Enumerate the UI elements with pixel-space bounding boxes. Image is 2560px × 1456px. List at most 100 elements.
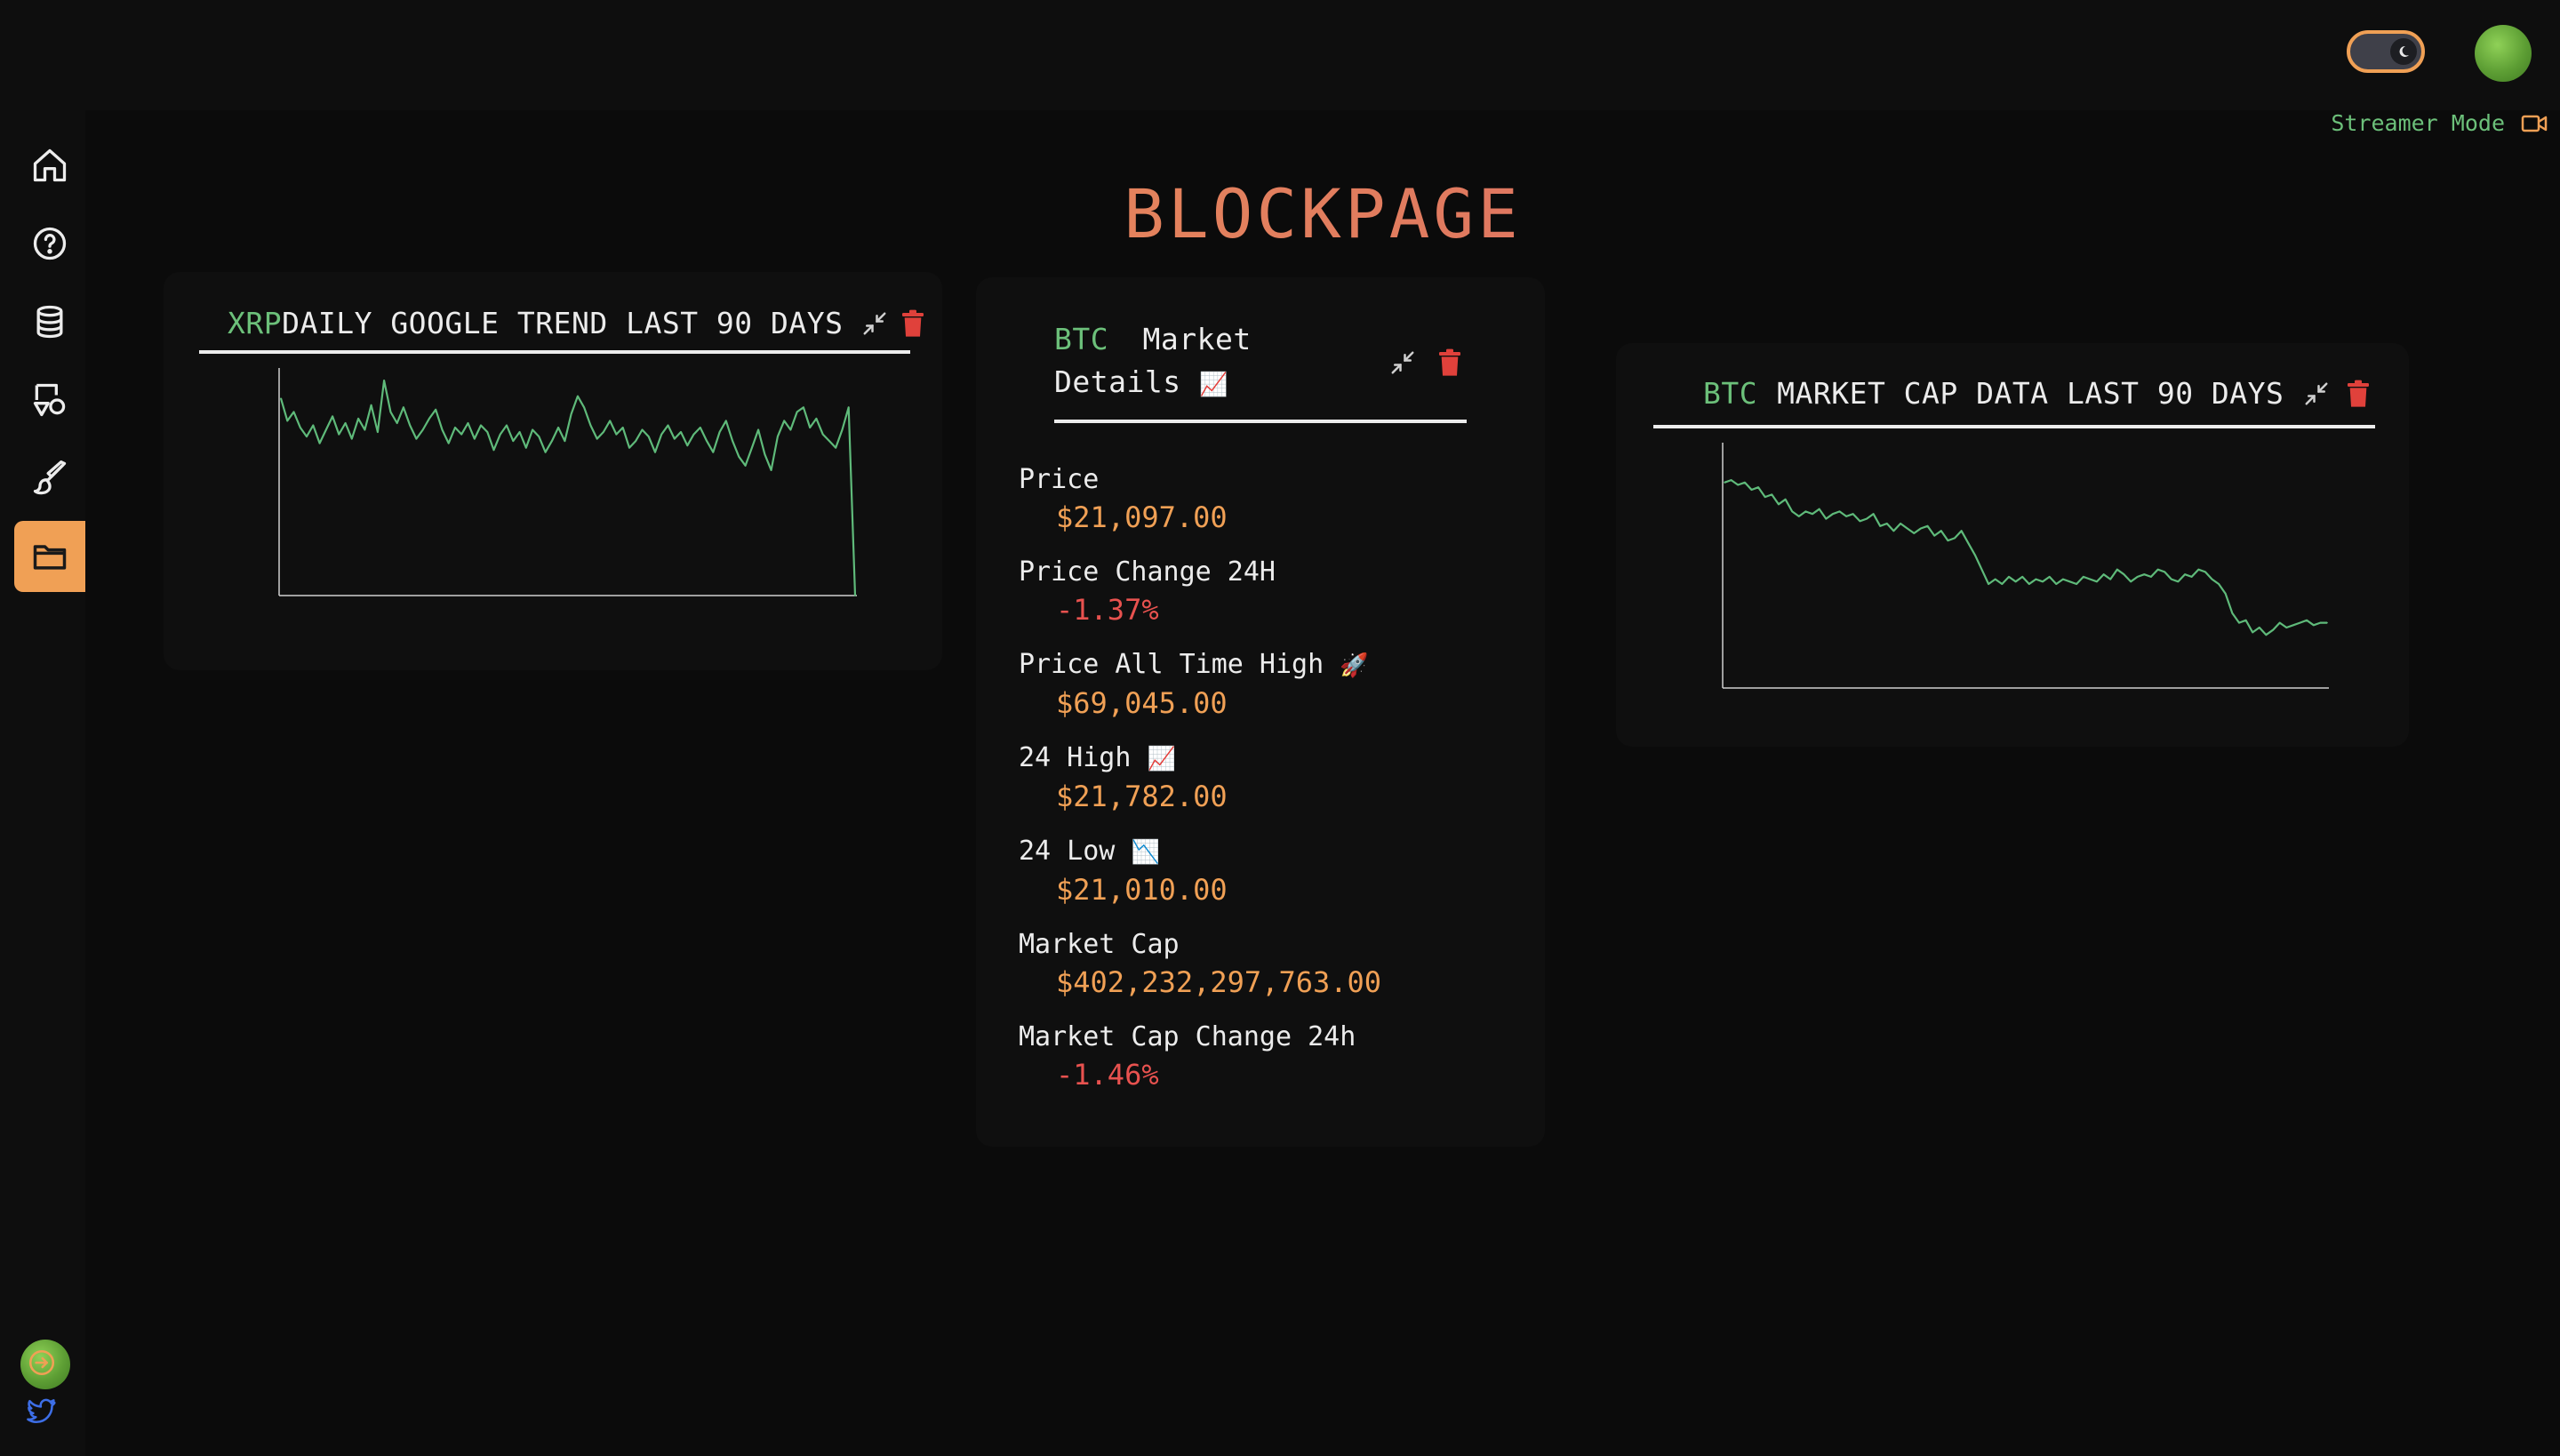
trend-chart-point (577, 395, 579, 397)
mcap-chart-point (1940, 530, 1942, 532)
trend-chart-point (757, 428, 759, 431)
sidebar-item-brush[interactable] (14, 443, 85, 514)
mcap-chart-point (1791, 510, 1793, 513)
trend-chart-point (809, 427, 811, 428)
sidebar-item-folder[interactable] (14, 521, 85, 592)
trend-chart-point (635, 440, 636, 442)
mcap-chart-point (1784, 499, 1787, 500)
streamer-mode-toggle[interactable]: Streamer Mode (2331, 110, 2548, 136)
sidebar-item-shapes[interactable] (14, 364, 85, 436)
mcap-chart-point (1900, 523, 1901, 524)
trend-chart-point (332, 415, 333, 418)
mcap-chart-point (2231, 612, 2234, 614)
details-delete-button[interactable] (1432, 345, 1467, 380)
mcap-chart-point (2096, 580, 2098, 583)
mcap-chart-point (1798, 516, 1800, 517)
mcap-chart-point (2319, 621, 2322, 624)
detail-label-text: 24 Low (1019, 836, 1116, 867)
mcap-chart-point (2068, 580, 2071, 583)
details-minimize-button[interactable] (1385, 345, 1420, 380)
trend-chart-point (538, 436, 540, 437)
mcap-chart-point (2001, 583, 2004, 585)
video-camera-icon (2521, 115, 2548, 132)
mcap-chart-point (2062, 578, 2064, 580)
trend-chart-point (325, 428, 327, 431)
detail-value: $21,097.00 (1056, 500, 1228, 534)
chart-increasing-icon: 📈 (1198, 372, 1228, 398)
trend-chart-point (589, 424, 592, 427)
mcap-chart-point (2306, 620, 2308, 621)
mcap-chart-point (2102, 573, 2105, 575)
mcap-chart-point (2164, 571, 2165, 573)
details-card-title-line2: Details (1054, 364, 1181, 399)
detail-row-market-cap-change-24h: Market Cap Change 24h -1.46% (1019, 1020, 1516, 1094)
mcap-chart-points (1724, 479, 2328, 636)
mcap-chart-point (1947, 540, 1949, 541)
trend-card: XRPDAILY GOOGLE TREND LAST 90 DAYS (164, 272, 942, 670)
detail-label: Market Cap (1019, 927, 1516, 963)
theme-toggle[interactable] (2347, 30, 2425, 73)
market-details-list: Price $21,097.00 Price Change 24H -1.37%… (1019, 462, 1516, 1112)
mcap-chart-point (2076, 583, 2077, 585)
trend-chart-point (435, 409, 437, 411)
trend-chart-point (544, 451, 547, 453)
mcap-chart-point (2252, 631, 2253, 634)
mcap-chart-point (2244, 620, 2247, 621)
trend-chart-point (396, 422, 398, 424)
detail-label: Price All Time High 🚀 (1019, 647, 1516, 684)
trend-chart-point (738, 456, 740, 458)
streamer-mode-label: Streamer Mode (2331, 110, 2505, 136)
mcap-chart-point (2008, 576, 2010, 578)
trend-chart-point (621, 427, 624, 428)
mcap-chart-point (2313, 624, 2315, 627)
trend-chart-point (783, 420, 785, 422)
logout-icon (28, 1349, 55, 1376)
trend-chart-point (641, 428, 644, 431)
trend-chart-point (583, 406, 585, 409)
detail-row-market-cap: Market Cap $402,232,297,763.00 (1019, 927, 1516, 1002)
mcap-chart-point (2171, 578, 2172, 580)
mcap-chart-point (2156, 568, 2159, 571)
trend-chart-point (557, 427, 559, 428)
mcap-chart-point (1960, 530, 1963, 532)
mcap-chart-point (1926, 525, 1929, 527)
trend-chart-point (686, 444, 689, 446)
detail-value: $402,232,297,763.00 (1056, 965, 1382, 999)
trend-chart-point (500, 433, 501, 436)
trend-chart-point (357, 418, 359, 420)
logout-button[interactable] (27, 1348, 57, 1381)
trend-chart-point (286, 420, 289, 422)
trend-chart-point (744, 465, 747, 467)
trend-chart-point (300, 427, 301, 428)
twitter-icon (27, 1398, 56, 1424)
detail-value: -1.37% (1056, 593, 1159, 627)
trend-chart-point (609, 420, 611, 422)
mcap-chart-point (2278, 621, 2281, 624)
mcap-chart-point (1974, 554, 1976, 556)
mcap-chart-point (2259, 627, 2260, 628)
mcap-chart-point (1812, 513, 1813, 515)
trend-chart-point (344, 422, 347, 424)
mcap-chart-point (2042, 580, 2044, 583)
mcap-chart-point (2109, 578, 2111, 580)
trend-chart-point (370, 404, 372, 406)
mcap-chart-point (2048, 576, 2051, 578)
mcap-chart-point (1832, 513, 1834, 515)
trend-chart-point (474, 437, 476, 440)
sidebar-item-database[interactable] (14, 286, 85, 357)
trend-chart-point (725, 420, 727, 422)
twitter-link[interactable] (27, 1396, 57, 1429)
mcap-chart-point (1845, 516, 1847, 517)
detail-value: $69,045.00 (1056, 686, 1228, 720)
trend-chart-point (486, 431, 489, 433)
mcap-chart-point (1872, 513, 1875, 515)
trend-chart-point (306, 436, 308, 437)
mcap-chart (1722, 443, 2329, 689)
mcap-chart-point (2285, 627, 2288, 628)
mcap-chart-point (1825, 517, 1828, 520)
trend-chart (278, 368, 857, 596)
trend-chart-point (700, 427, 701, 428)
user-avatar[interactable] (2475, 25, 2532, 82)
details-card-title: BTC Market Details 📈 (1054, 318, 1339, 406)
mcap-chart-point (1838, 510, 1841, 513)
